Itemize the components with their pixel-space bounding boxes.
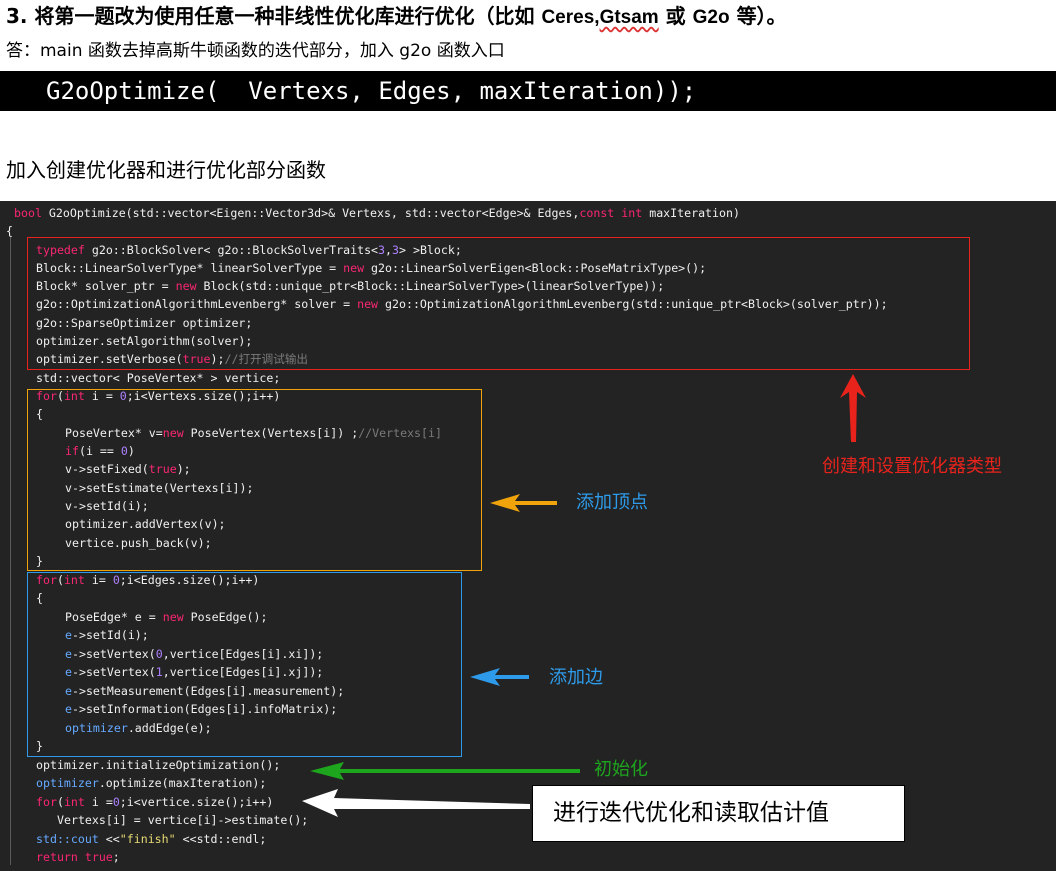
callout-optimize: 进行迭代优化和读取估计值: [532, 785, 905, 842]
code-line: for(int i = 0;i<Vertexs.size();i++): [36, 389, 281, 403]
code-line: if(i == 0): [65, 444, 135, 458]
code-line: g2o::OptimizationAlgorithmLevenberg* sol…: [36, 297, 888, 311]
code-line: g2o::SparseOptimizer optimizer;: [36, 316, 253, 330]
code-line: e->setMeasurement(Edges[i].measurement);: [65, 684, 345, 698]
code-line: PoseEdge* e = new PoseEdge();: [65, 610, 268, 624]
code-line: e->setVertex(1,vertice[Edges[i].xj]);: [65, 665, 324, 679]
or-word: 或: [665, 4, 686, 28]
code-line: {: [36, 407, 43, 421]
code-line: std::cout <<"finish" <<std::endl;: [36, 832, 267, 846]
code-line: std::vector< PoseVertex* > vertice;: [36, 371, 281, 385]
code-line: }: [36, 554, 43, 568]
label-optimizer-setup: 创建和设置优化器类型: [822, 456, 1002, 477]
code-line: Block::LinearSolverType* linearSolverTyp…: [36, 261, 707, 275]
code-line: PoseVertex* v=new PoseVertex(Vertexs[i])…: [65, 426, 442, 440]
code-line: for(int i= 0;i<Edges.size();i++): [36, 573, 260, 587]
code-line: vertice.push_back(v);: [65, 536, 212, 550]
call-code: G2oOptimize( Vertexs, Edges, maxIteratio…: [46, 77, 697, 105]
label-initialize: 初始化: [594, 759, 648, 780]
code-line: Vertexs[i] = vertice[i]->estimate();: [57, 813, 309, 827]
question-text: 将第一题改为使用任意一种非线性优化库进行优化（比如: [34, 4, 535, 28]
question-heading: 3. 将第一题改为使用任意一种非线性优化库进行优化（比如 Ceres,Gtsam…: [6, 2, 787, 30]
code-line: optimizer.optimize(maxIteration);: [36, 776, 267, 790]
lib-ceres: Ceres,: [541, 7, 600, 28]
code-line: }: [36, 739, 43, 753]
code-line: e->setId(i);: [65, 628, 149, 642]
code-line: v->setFixed(true);: [65, 462, 191, 476]
lib-g2o: G2o: [692, 7, 730, 28]
call-code-bar: G2oOptimize( Vertexs, Edges, maxIteratio…: [0, 71, 1056, 111]
code-line: bool G2oOptimize(std::vector<Eigen::Vect…: [14, 206, 740, 220]
code-line: e->setVertex(0,vertice[Edges[i].xi]);: [65, 647, 324, 661]
subheading: 加入创建优化器和进行优化部分函数: [6, 158, 326, 182]
code-line: v->setId(i);: [65, 499, 149, 513]
code-line: optimizer.initializeOptimization();: [36, 758, 281, 772]
label-add-vertex: 添加顶点: [576, 492, 648, 513]
code-line: e->setInformation(Edges[i].infoMatrix);: [65, 702, 338, 716]
code-line: {: [6, 224, 13, 238]
code-line: Block* solver_ptr = new Block(std::uniqu…: [36, 279, 665, 293]
code-line: {: [36, 591, 43, 605]
code-line: optimizer.setVerbose(true);//打开调试输出: [36, 352, 309, 366]
question-number: 3.: [6, 4, 28, 28]
code-line: v->setEstimate(Vertexs[i]);: [65, 481, 254, 495]
answer-line: 答：main 函数去掉高斯牛顿函数的迭代部分，加入 g2o 函数入口: [6, 41, 505, 61]
code-line: optimizer.addEdge(e);: [65, 721, 212, 735]
code-line: optimizer.addVertex(v);: [65, 517, 226, 531]
code-line: typedef g2o::BlockSolver< g2o::BlockSolv…: [36, 243, 462, 257]
code-line: optimizer.setAlgorithm(solver);: [36, 334, 253, 348]
lib-gtsam: Gtsam: [599, 7, 659, 28]
label-add-edge: 添加边: [549, 667, 603, 688]
question-tail: 等）。: [736, 4, 787, 28]
code-line: return true;: [36, 850, 120, 864]
code-line: for(int i =0;i<vertice.size();i++): [36, 795, 274, 809]
indent-guide: [10, 237, 11, 865]
